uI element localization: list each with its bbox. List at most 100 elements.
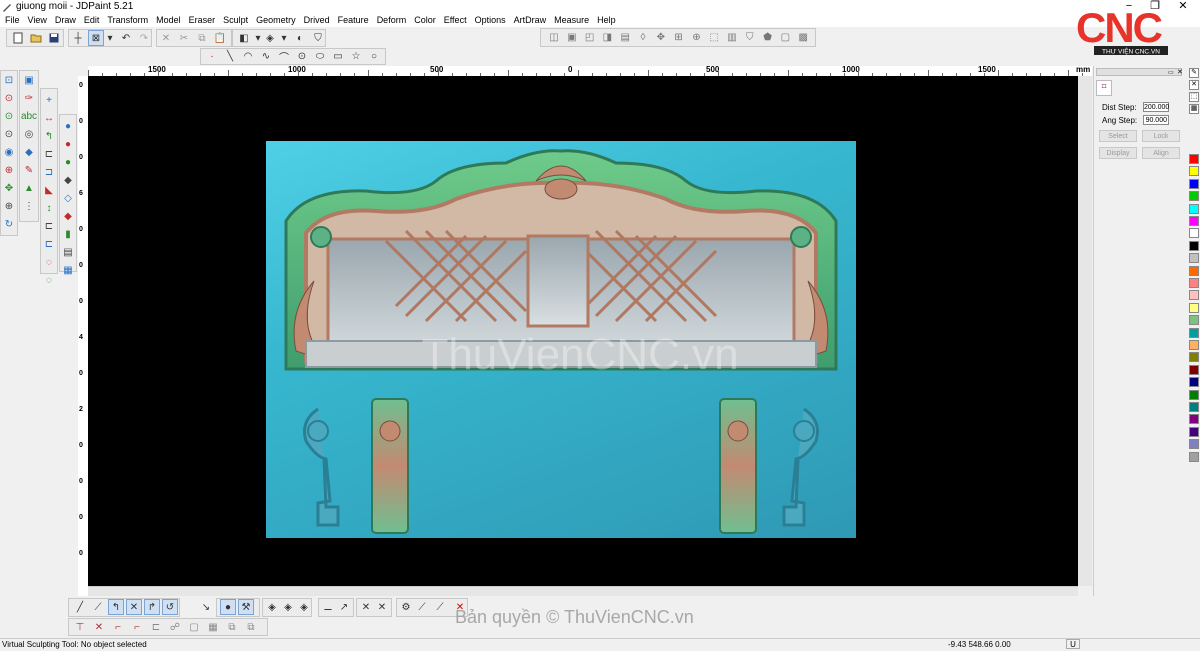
view-tool-icon[interactable]: ◨: [599, 29, 615, 45]
edit-tool-icon[interactable]: ⧉: [224, 619, 240, 635]
menu-color[interactable]: Color: [410, 14, 440, 27]
menu-help[interactable]: Help: [593, 14, 620, 27]
edit-tool-icon[interactable]: ⊤: [72, 619, 88, 635]
menu-edit[interactable]: Edit: [80, 14, 104, 27]
sculpt-tool-icon[interactable]: ⊏: [41, 146, 57, 162]
sculpt-tool-icon[interactable]: ●: [60, 136, 76, 152]
sculpt-tool-icon[interactable]: ⊕: [1, 198, 17, 214]
sculpt-tool-icon[interactable]: ▣: [21, 72, 37, 88]
sculpt-tool-icon[interactable]: ↕: [41, 200, 57, 216]
star-icon[interactable]: ☆: [348, 48, 364, 64]
color-swatch[interactable]: [1189, 389, 1199, 400]
panel-restore-icon[interactable]: ▭: [1168, 69, 1174, 76]
curve-tool-icon[interactable]: ↱: [144, 599, 160, 615]
curve-tool-icon[interactable]: ⟋: [90, 599, 106, 615]
menu-options[interactable]: Options: [471, 14, 510, 27]
palette-tool-icon[interactable]: ⬚: [1189, 92, 1199, 102]
sculpt-tool-icon[interactable]: abc: [21, 108, 37, 124]
crosshair-icon[interactable]: ┼: [70, 30, 86, 46]
color-swatch[interactable]: [1189, 191, 1199, 202]
view-tool-icon[interactable]: ▤: [617, 29, 633, 45]
view-tool-icon[interactable]: ⊞: [671, 29, 687, 45]
sculpt-tool-icon[interactable]: ▦: [60, 262, 76, 278]
sculpt-tool-icon[interactable]: ◇: [60, 190, 76, 206]
new-file-icon[interactable]: [10, 30, 26, 46]
dist-step-field[interactable]: 200.000: [1143, 102, 1169, 112]
polyline-icon[interactable]: ⌒: [276, 48, 292, 64]
sculpt-tool-icon[interactable]: ◎: [21, 126, 37, 142]
rectangle-icon[interactable]: ▭: [330, 48, 346, 64]
color-swatch[interactable]: [1189, 265, 1199, 276]
color-swatch[interactable]: [1189, 278, 1199, 288]
curve-tool-icon[interactable]: ⚙: [398, 599, 414, 615]
color-swatch[interactable]: [1189, 451, 1199, 462]
open-folder-icon[interactable]: [28, 30, 44, 46]
sculpt-tool-icon[interactable]: ⊙: [1, 126, 17, 142]
sculpt-tool-icon[interactable]: ▤: [60, 244, 76, 260]
view-tool-icon[interactable]: ▥: [724, 29, 740, 45]
panel-close-icon[interactable]: ✕: [1177, 68, 1183, 76]
sculpt-tool-icon[interactable]: ◆: [60, 172, 76, 188]
color-swatch[interactable]: [1189, 377, 1199, 388]
color-swatch[interactable]: [1189, 178, 1199, 189]
sculpt-tool-icon[interactable]: ▲: [21, 180, 37, 196]
color-swatch[interactable]: [1189, 352, 1199, 363]
shade-icon[interactable]: ◐: [292, 30, 308, 46]
redo-icon[interactable]: ↷: [136, 30, 152, 46]
color-swatch[interactable]: [1189, 290, 1199, 301]
display-button[interactable]: Display: [1099, 147, 1137, 159]
sculpt-tool-icon[interactable]: ●: [60, 118, 76, 134]
dropdown-arrow-icon[interactable]: ▾: [102, 30, 118, 46]
circle-outline-icon[interactable]: ○: [366, 48, 382, 64]
view-tool-icon[interactable]: ▢: [777, 29, 793, 45]
color-swatch[interactable]: [1189, 364, 1199, 375]
curve-tool-icon[interactable]: ⟋: [414, 599, 430, 615]
curve-tool-icon[interactable]: ●: [220, 599, 236, 615]
curve-tool-icon[interactable]: ◈: [280, 599, 296, 615]
palette-tool-icon[interactable]: ▦: [1189, 104, 1199, 114]
sculpt-tool-icon[interactable]: ⊕: [1, 162, 17, 178]
view-tool-icon[interactable]: ✥: [653, 29, 669, 45]
menu-drived[interactable]: Drived: [300, 14, 334, 27]
curve-tool-icon[interactable]: ✕: [374, 599, 390, 615]
curve-tool-icon[interactable]: ↘: [198, 599, 214, 615]
shield-icon[interactable]: ⛉: [310, 30, 326, 46]
view-tool-icon[interactable]: ⬚: [706, 29, 722, 45]
arc-icon[interactable]: ◠: [240, 48, 256, 64]
view-tool-icon[interactable]: ◊: [635, 29, 651, 45]
sculpt-tool-icon[interactable]: ↔: [41, 110, 57, 126]
ellipse-icon[interactable]: ⬭: [312, 48, 328, 64]
sculpt-tool-icon[interactable]: ⊙: [1, 90, 17, 106]
view-tool-icon[interactable]: ⛉: [742, 29, 758, 45]
sculpt-tool-icon[interactable]: ◌: [41, 254, 57, 270]
select-button[interactable]: Select: [1099, 130, 1137, 142]
sculpt-tool-icon[interactable]: +: [41, 92, 57, 108]
sculpt-tool-icon[interactable]: ▮: [60, 226, 76, 242]
save-icon[interactable]: [46, 30, 62, 46]
sculpt-tool-icon[interactable]: ◌: [41, 272, 57, 288]
curve-tool-icon[interactable]: ◈: [296, 599, 312, 615]
ang-step-field[interactable]: 90.000: [1143, 115, 1169, 125]
edit-tool-icon[interactable]: ⧉: [243, 619, 259, 635]
curve-tool-icon[interactable]: ↺: [162, 599, 178, 615]
curve-tool-icon[interactable]: ✕: [358, 599, 374, 615]
menu-effect[interactable]: Effect: [440, 14, 471, 27]
color-swatch[interactable]: [1189, 166, 1199, 177]
color-swatch[interactable]: [1189, 253, 1199, 264]
menu-eraser[interactable]: Eraser: [185, 14, 220, 27]
sculpt-tool-icon[interactable]: ●: [60, 154, 76, 170]
lock-button[interactable]: Lock: [1142, 130, 1180, 142]
color-swatch[interactable]: [1189, 414, 1199, 425]
menu-transform[interactable]: Transform: [103, 14, 152, 27]
menu-sculpt[interactable]: Sculpt: [219, 14, 252, 27]
copy-icon[interactable]: ⧉: [194, 30, 210, 46]
view-tool-icon[interactable]: ▩: [795, 29, 811, 45]
edit-tool-icon[interactable]: ⌐: [129, 619, 145, 635]
palette-tool-icon[interactable]: ✕: [1189, 80, 1199, 90]
undo-icon[interactable]: ↶: [118, 30, 134, 46]
curve-tool-icon[interactable]: ✕: [126, 599, 142, 615]
curve-tool-icon[interactable]: ⚒: [238, 599, 254, 615]
view-tool-icon[interactable]: ⬟: [760, 29, 776, 45]
cut-icon[interactable]: ✂: [176, 30, 192, 46]
edit-tool-icon[interactable]: ⌐: [110, 619, 126, 635]
